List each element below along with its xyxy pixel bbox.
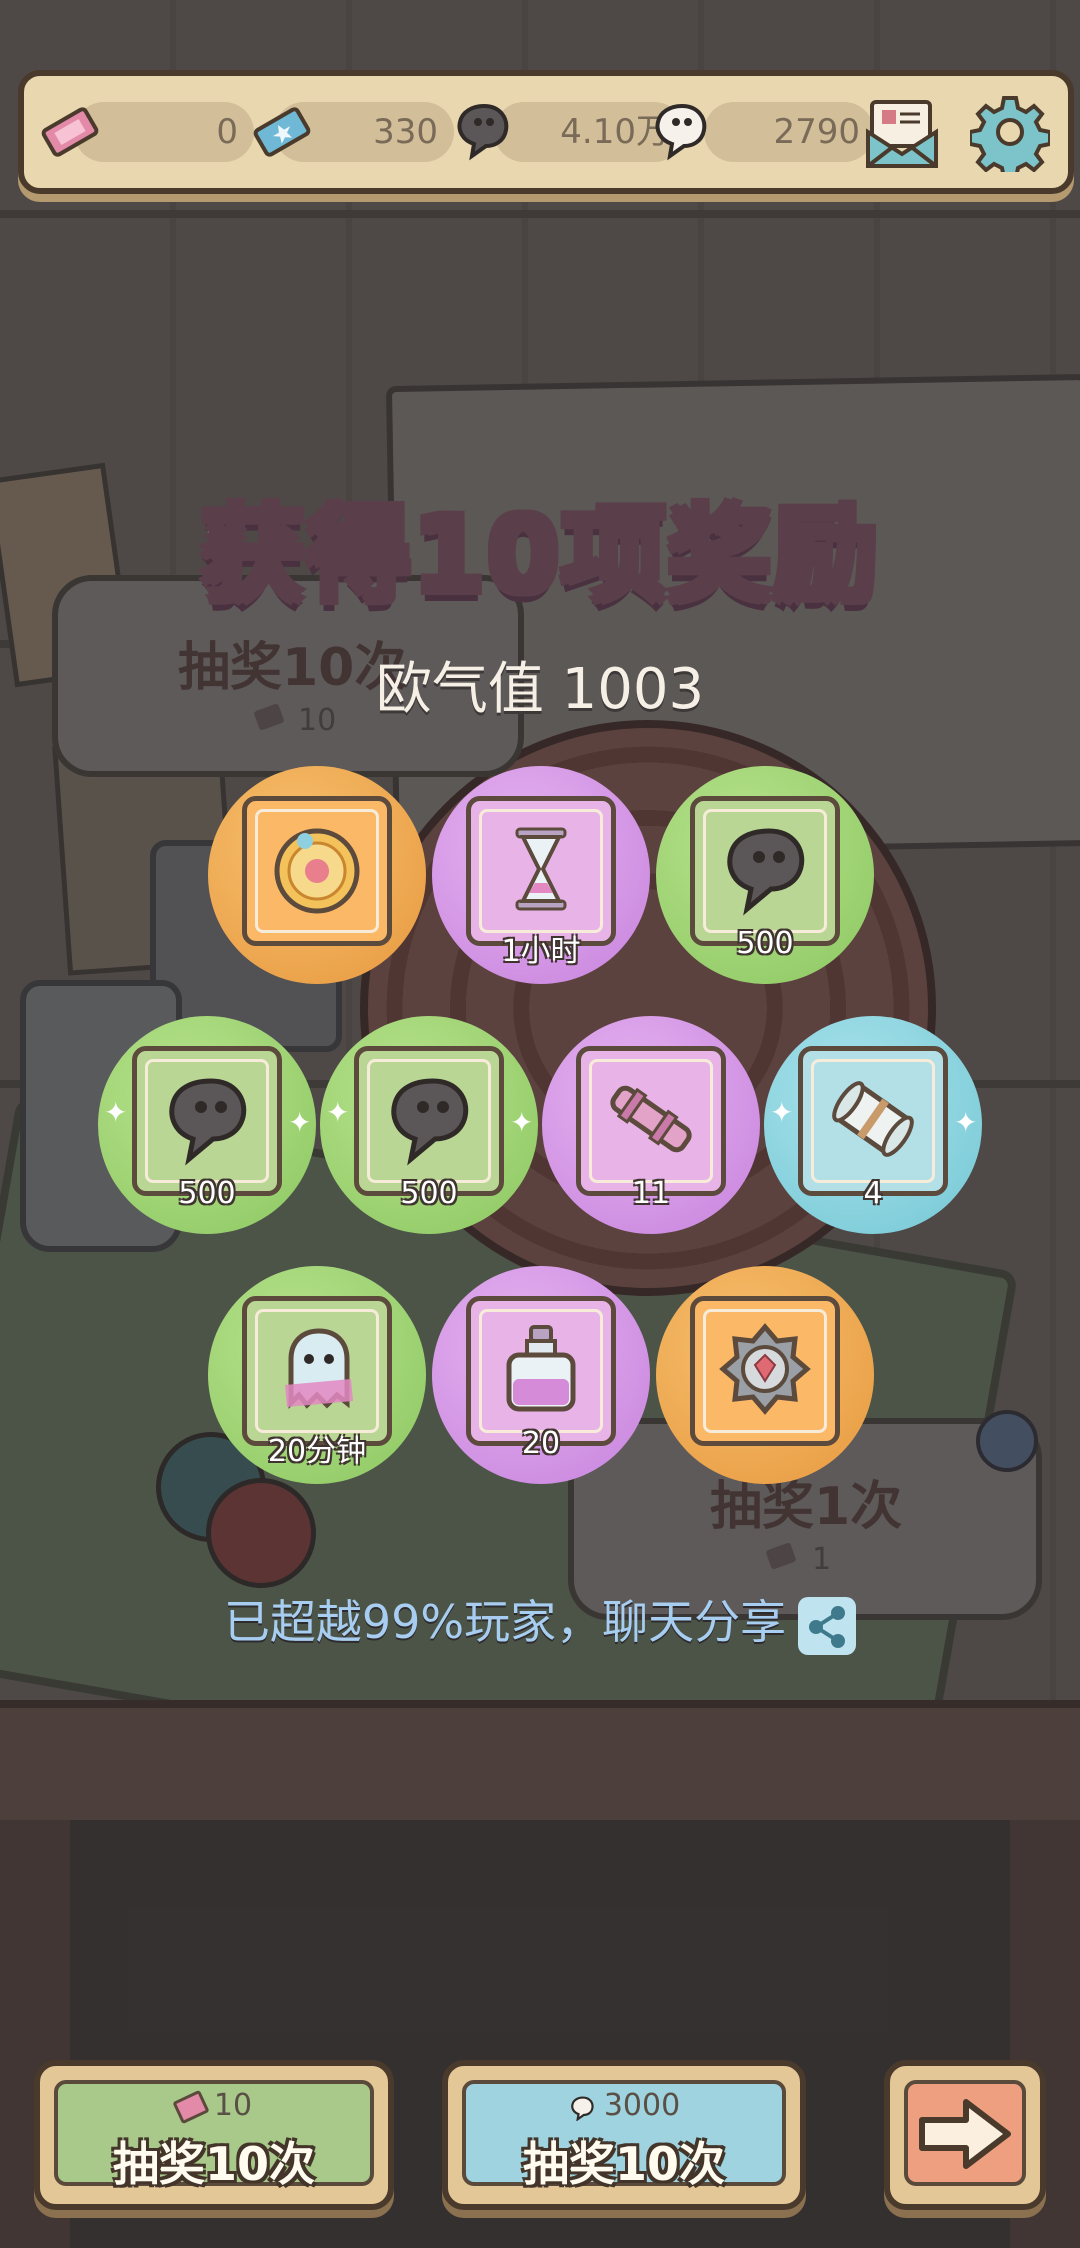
- gear-icon[interactable]: [970, 92, 1050, 172]
- reward-item[interactable]: 11: [542, 1016, 760, 1234]
- reward-item[interactable]: [656, 1266, 874, 1484]
- reward-tile: [690, 796, 840, 946]
- sparkle-icon: ✦: [510, 1106, 534, 1139]
- sparkle-icon: ✦: [954, 1106, 978, 1139]
- white-soul-icon: [655, 103, 707, 161]
- next-button[interactable]: [884, 2060, 1046, 2210]
- reward-tile: [466, 1296, 616, 1446]
- draw10-ticket-label: 抽奖10次: [112, 2137, 315, 2191]
- arrow-right-icon: [919, 2099, 1011, 2169]
- reward-item[interactable]: [208, 766, 426, 984]
- reward-qty: 20分钟: [267, 1434, 367, 1469]
- share-icon[interactable]: [798, 1596, 857, 1655]
- draw10-ticket-button[interactable]: 10 抽奖10次: [34, 2060, 394, 2210]
- reward-qty: 500: [400, 1176, 458, 1211]
- pink-ticket-count: 0: [216, 112, 238, 152]
- currency-bar: 0 330 4.10万 2790: [18, 70, 1074, 194]
- mail-icon[interactable]: [862, 92, 942, 172]
- reward-title: 获得10项奖励: [200, 494, 880, 616]
- reward-tile: [354, 1046, 504, 1196]
- luck-value: 欧气值 1003: [375, 657, 705, 722]
- pink-ticket-icon: [41, 107, 99, 157]
- reward-item[interactable]: ✦ ✦ 4: [764, 1016, 982, 1234]
- ghost-icon: [285, 1328, 353, 1410]
- telescope-icon: [610, 1085, 692, 1153]
- sparkle-icon: ✦: [326, 1096, 350, 1129]
- gem-badge-icon: [719, 1323, 811, 1415]
- white-soul-pill: 2790: [704, 102, 874, 162]
- reward-tile: [132, 1046, 282, 1196]
- reward-tile: [242, 1296, 392, 1446]
- reward-tile: [242, 796, 392, 946]
- dark-soul-icon: [391, 1078, 469, 1166]
- dark-soul-icon: [727, 828, 805, 916]
- draw10-soul-label: 抽奖10次: [522, 2137, 725, 2191]
- draw10-soul-cost: 3000: [448, 2088, 800, 2123]
- draw10-ticket-cost: 10: [40, 2088, 388, 2124]
- reward-tile: [466, 796, 616, 946]
- reward-qty: 4: [863, 1176, 883, 1211]
- share-line: 已超越99%玩家，聊天分享: [0, 1586, 1080, 1655]
- reward-item[interactable]: ✦ ✦ 500: [98, 1016, 316, 1234]
- reward-tile: [690, 1296, 840, 1446]
- hourglass-icon: [515, 827, 567, 911]
- reward-qty: 1小时: [501, 934, 581, 969]
- potion-bottle-icon: [506, 1325, 576, 1412]
- scroll-icon: [832, 1081, 914, 1157]
- golden-medallion-icon: [274, 828, 360, 914]
- reward-qty: 500: [736, 926, 794, 961]
- blue-ticket-icon: [253, 107, 311, 157]
- reward-qty: 11: [631, 1176, 671, 1211]
- white-soul-count: 2790: [773, 112, 860, 152]
- reward-tile: [576, 1046, 726, 1196]
- reward-tile: [798, 1046, 948, 1196]
- reward-qty: 20: [521, 1426, 561, 1461]
- white-soul-icon: [568, 2094, 596, 2122]
- reward-item[interactable]: ✦ ✦ 500: [320, 1016, 538, 1234]
- dark-soul-icon: [169, 1078, 247, 1166]
- reward-item[interactable]: 500: [656, 766, 874, 984]
- reward-item[interactable]: 1小时: [432, 766, 650, 984]
- reward-qty: 500: [178, 1176, 236, 1211]
- reward-item[interactable]: 20: [432, 1266, 650, 1484]
- sparkle-icon: ✦: [288, 1106, 312, 1139]
- reward-item[interactable]: 20分钟: [208, 1266, 426, 1484]
- dark-soul-icon: [457, 103, 509, 161]
- share-text: 已超越99%玩家，聊天分享: [223, 1595, 787, 1649]
- sparkle-icon: ✦: [104, 1096, 128, 1129]
- pink-ticket-icon: [172, 2089, 210, 2124]
- blue-ticket-count: 330: [373, 112, 438, 152]
- draw10-soul-button[interactable]: 3000 抽奖10次: [442, 2060, 806, 2210]
- sparkle-icon: ✦: [770, 1096, 794, 1129]
